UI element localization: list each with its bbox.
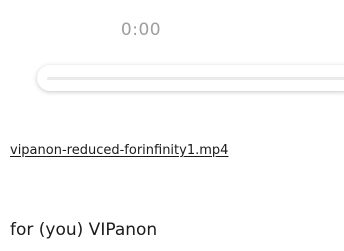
caption-text: for (you) VIPanon — [10, 220, 158, 240]
video-player: 0:00 — [0, 0, 344, 100]
seek-track[interactable] — [47, 77, 344, 80]
file-link[interactable]: vipanon-reduced-forinfinity1.mp4 — [10, 143, 228, 158]
current-time: 0:00 — [120, 20, 162, 40]
